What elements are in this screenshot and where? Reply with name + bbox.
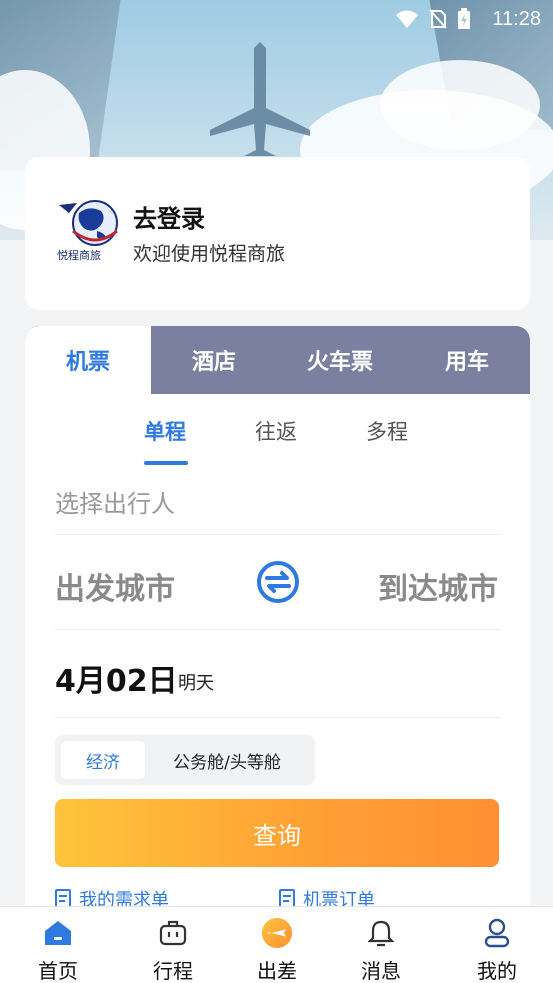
- trip-tab-one-way[interactable]: 单程: [144, 416, 186, 446]
- tab-flight[interactable]: 机票: [25, 326, 151, 394]
- divider: [55, 629, 500, 630]
- nav-home-label: 首页: [38, 959, 78, 983]
- tab-hotel[interactable]: 酒店: [151, 326, 277, 394]
- nav-home[interactable]: 首页: [3, 907, 113, 983]
- login-card[interactable]: 悦程商旅 去登录 欢迎使用悦程商旅: [25, 157, 530, 310]
- cabin-option-economy[interactable]: 经济: [61, 741, 145, 779]
- user-icon: [481, 917, 513, 949]
- date-relative-label: 明天: [178, 673, 214, 694]
- nav-itinerary[interactable]: 行程: [118, 907, 228, 983]
- traveler-selector[interactable]: 选择出行人: [55, 484, 175, 519]
- wifi-icon: [396, 10, 418, 28]
- divider: [55, 534, 500, 535]
- arrival-city[interactable]: 到达城市: [378, 564, 498, 608]
- no-sim-icon: [429, 9, 447, 29]
- swap-icon[interactable]: [256, 560, 300, 604]
- nav-business-trip[interactable]: 出差: [222, 907, 332, 983]
- battery-charging-icon: [458, 8, 470, 29]
- plane-badge-icon: [261, 917, 293, 949]
- globe-logo-icon: 悦程商旅: [57, 200, 118, 262]
- tab-car[interactable]: 用车: [404, 326, 530, 394]
- status-bar: 11:28: [0, 0, 553, 38]
- divider: [55, 717, 500, 718]
- search-button[interactable]: 查询: [55, 799, 499, 867]
- login-title[interactable]: 去登录: [133, 199, 205, 234]
- booking-card: 机票 酒店 火车票 用车 单程 往返 多程 选择出行人 出发城市 到达城市 4月…: [25, 326, 530, 946]
- trip-tab-round-trip[interactable]: 往返: [255, 416, 297, 446]
- bottom-nav: 首页 行程 出差 消息 我的: [0, 906, 553, 983]
- cabin-selector: 经济 公务舱/头等舱: [55, 735, 315, 785]
- nav-profile[interactable]: 我的: [442, 907, 552, 983]
- briefcase-icon: [157, 917, 189, 949]
- cabin-option-business[interactable]: 公务舱/头等舱: [151, 741, 303, 779]
- nav-business-trip-label: 出差: [257, 959, 297, 983]
- departure-city[interactable]: 出发城市: [55, 564, 175, 608]
- login-subtitle: 欢迎使用悦程商旅: [133, 243, 286, 265]
- tab-train[interactable]: 火车票: [277, 326, 403, 394]
- cloud: [380, 60, 540, 150]
- trip-tab-multi-city[interactable]: 多程: [366, 416, 408, 446]
- svg-text:悦程商旅: 悦程商旅: [57, 248, 101, 262]
- nav-messages-label: 消息: [361, 959, 401, 983]
- home-icon: [42, 917, 74, 949]
- trip-type-tabs: 单程 往返 多程: [25, 416, 530, 468]
- airplane-icon: [210, 42, 310, 156]
- departure-date[interactable]: 4月02日: [55, 656, 178, 700]
- service-tabs: 机票 酒店 火车票 用车: [25, 326, 530, 394]
- bell-icon: [365, 917, 397, 949]
- nav-messages[interactable]: 消息: [326, 907, 436, 983]
- nav-itinerary-label: 行程: [153, 959, 193, 983]
- nav-profile-label: 我的: [477, 959, 517, 983]
- trip-tab-indicator: [144, 461, 188, 465]
- status-time: 11:28: [492, 8, 541, 30]
- status-icons: [395, 8, 471, 30]
